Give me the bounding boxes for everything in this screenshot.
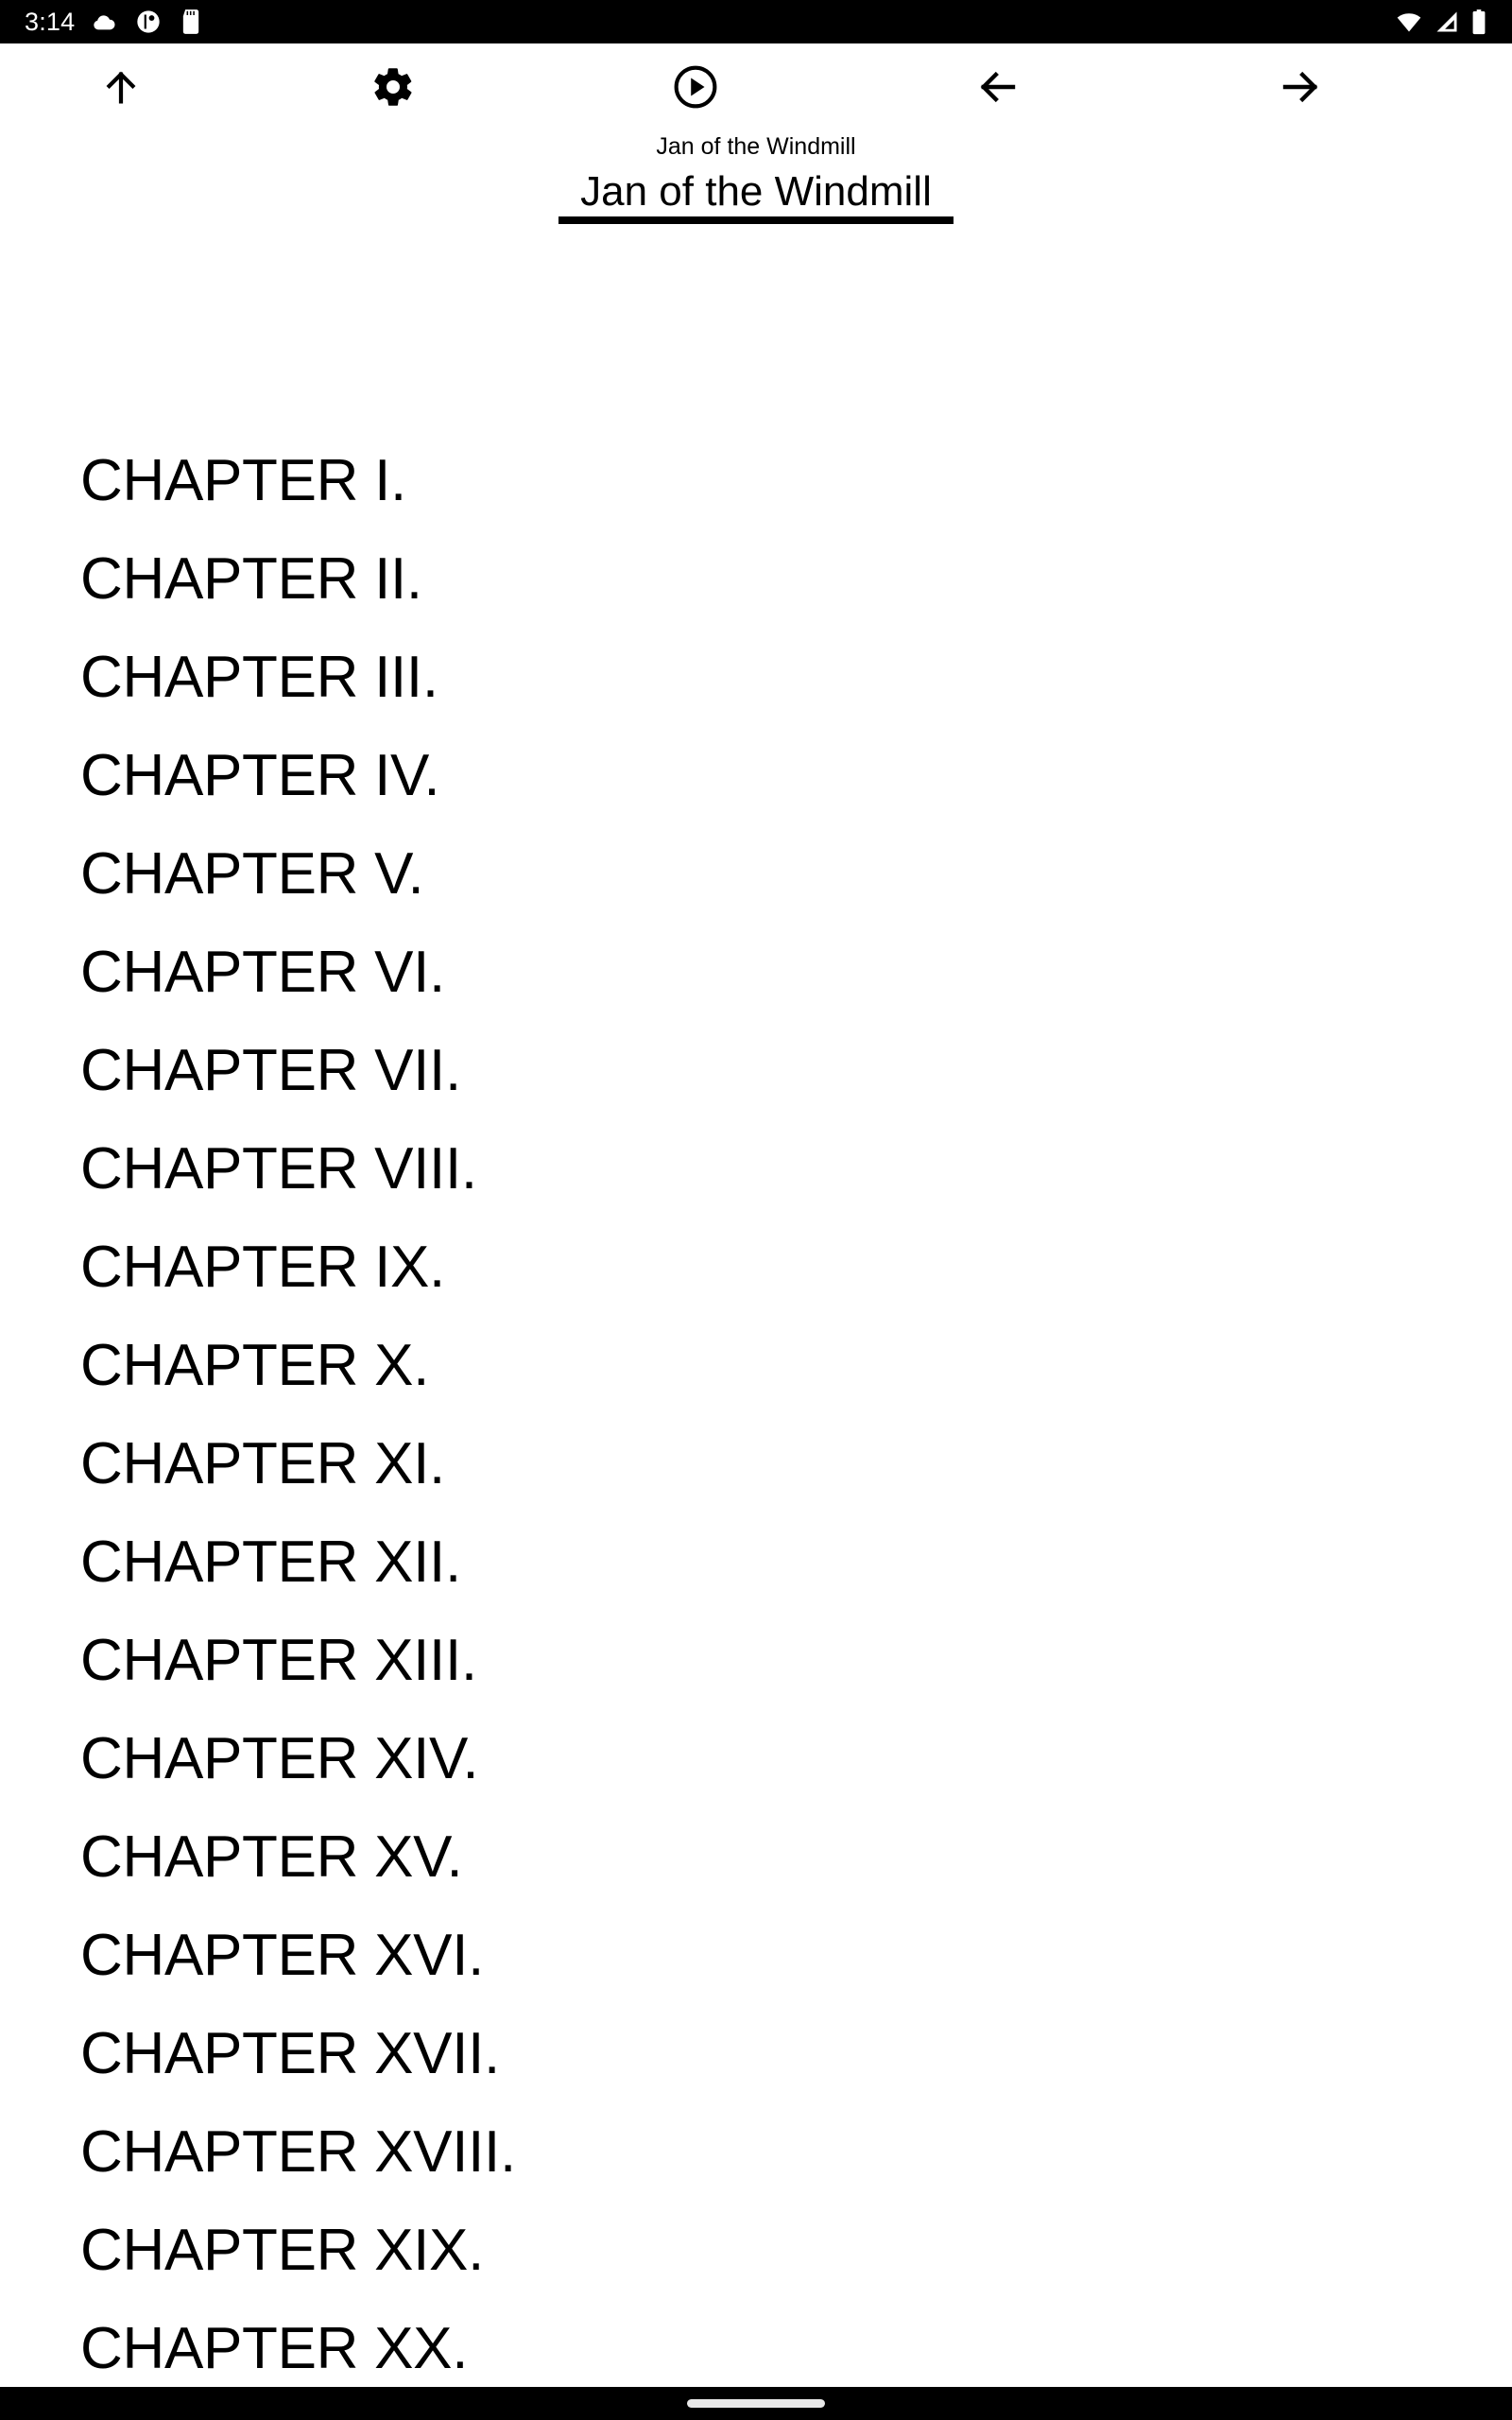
next-page-button[interactable] [1149, 43, 1452, 130]
do-not-disturb-icon [137, 10, 161, 33]
arrow-right-icon [1282, 71, 1318, 103]
home-gesture-pill[interactable] [687, 2399, 825, 2408]
play-button[interactable] [544, 43, 847, 130]
arrow-up-icon [106, 71, 136, 104]
app-toolbar [0, 43, 1512, 130]
wifi-icon [1397, 13, 1421, 32]
chapter-link[interactable]: CHAPTER XII. [80, 1513, 1512, 1612]
chapter-link[interactable]: CHAPTER IX. [80, 1219, 1512, 1317]
chapter-link[interactable]: CHAPTER XX. [80, 2300, 1512, 2387]
previous-page-button[interactable] [847, 43, 1149, 130]
chapter-link[interactable]: CHAPTER XVI. [80, 1907, 1512, 2005]
status-bar-right [1395, 9, 1487, 35]
scroll-to-top-button[interactable] [0, 43, 242, 130]
title-divider [558, 216, 954, 224]
chapter-list: CHAPTER I. CHAPTER II. CHAPTER III. CHAPTER… [0, 238, 1512, 2387]
book-header: Jan of the Windmill Jan of the Windmill [0, 132, 1512, 224]
chapter-link[interactable]: CHAPTER VII. [80, 1022, 1512, 1120]
arrow-left-icon [980, 71, 1016, 103]
screen: 3:14 Jan of the Windmill Jan of the Wind… [0, 0, 1512, 2420]
chapter-link[interactable]: CHAPTER VI. [80, 924, 1512, 1022]
cloud-icon [94, 15, 115, 30]
chapter-link[interactable]: CHAPTER XIV. [80, 1710, 1512, 1808]
book-subtitle: Jan of the Windmill [656, 133, 856, 160]
chapter-link[interactable]: CHAPTER XVII. [80, 2005, 1512, 2103]
chapter-link[interactable]: CHAPTER XVIII. [80, 2103, 1512, 2202]
status-bar: 3:14 [0, 0, 1512, 43]
cellular-signal-icon [1436, 11, 1457, 32]
chapter-link[interactable]: CHAPTER I. [80, 432, 1512, 530]
chapter-link[interactable]: CHAPTER VIII. [80, 1120, 1512, 1219]
battery-icon [1472, 9, 1486, 35]
book-title: Jan of the Windmill [580, 168, 932, 215]
chapter-link[interactable]: CHAPTER XIII. [80, 1612, 1512, 1710]
play-circle-icon [674, 65, 717, 109]
chapter-link[interactable]: CHAPTER XIX. [80, 2202, 1512, 2300]
book-title-clip: Jan of the Windmill [0, 167, 1512, 222]
chapter-link[interactable]: CHAPTER X. [80, 1317, 1512, 1415]
system-navigation-bar [0, 2387, 1512, 2420]
gear-icon [374, 68, 412, 106]
chapter-link[interactable]: CHAPTER III. [80, 629, 1512, 727]
chapter-list-scroll-area[interactable]: CHAPTER I. CHAPTER II. CHAPTER III. CHAPTER… [0, 238, 1512, 2387]
status-bar-left: 3:14 [25, 9, 203, 35]
status-bar-clock: 3:14 [25, 7, 76, 36]
chapter-link[interactable]: CHAPTER II. [80, 530, 1512, 629]
chapter-link[interactable]: CHAPTER V. [80, 825, 1512, 924]
chapter-link[interactable]: CHAPTER XV. [80, 1808, 1512, 1907]
sd-card-icon [183, 9, 199, 34]
settings-button[interactable] [242, 43, 544, 130]
chapter-link[interactable]: CHAPTER XI. [80, 1415, 1512, 1513]
chapter-link[interactable]: CHAPTER IV. [80, 727, 1512, 825]
